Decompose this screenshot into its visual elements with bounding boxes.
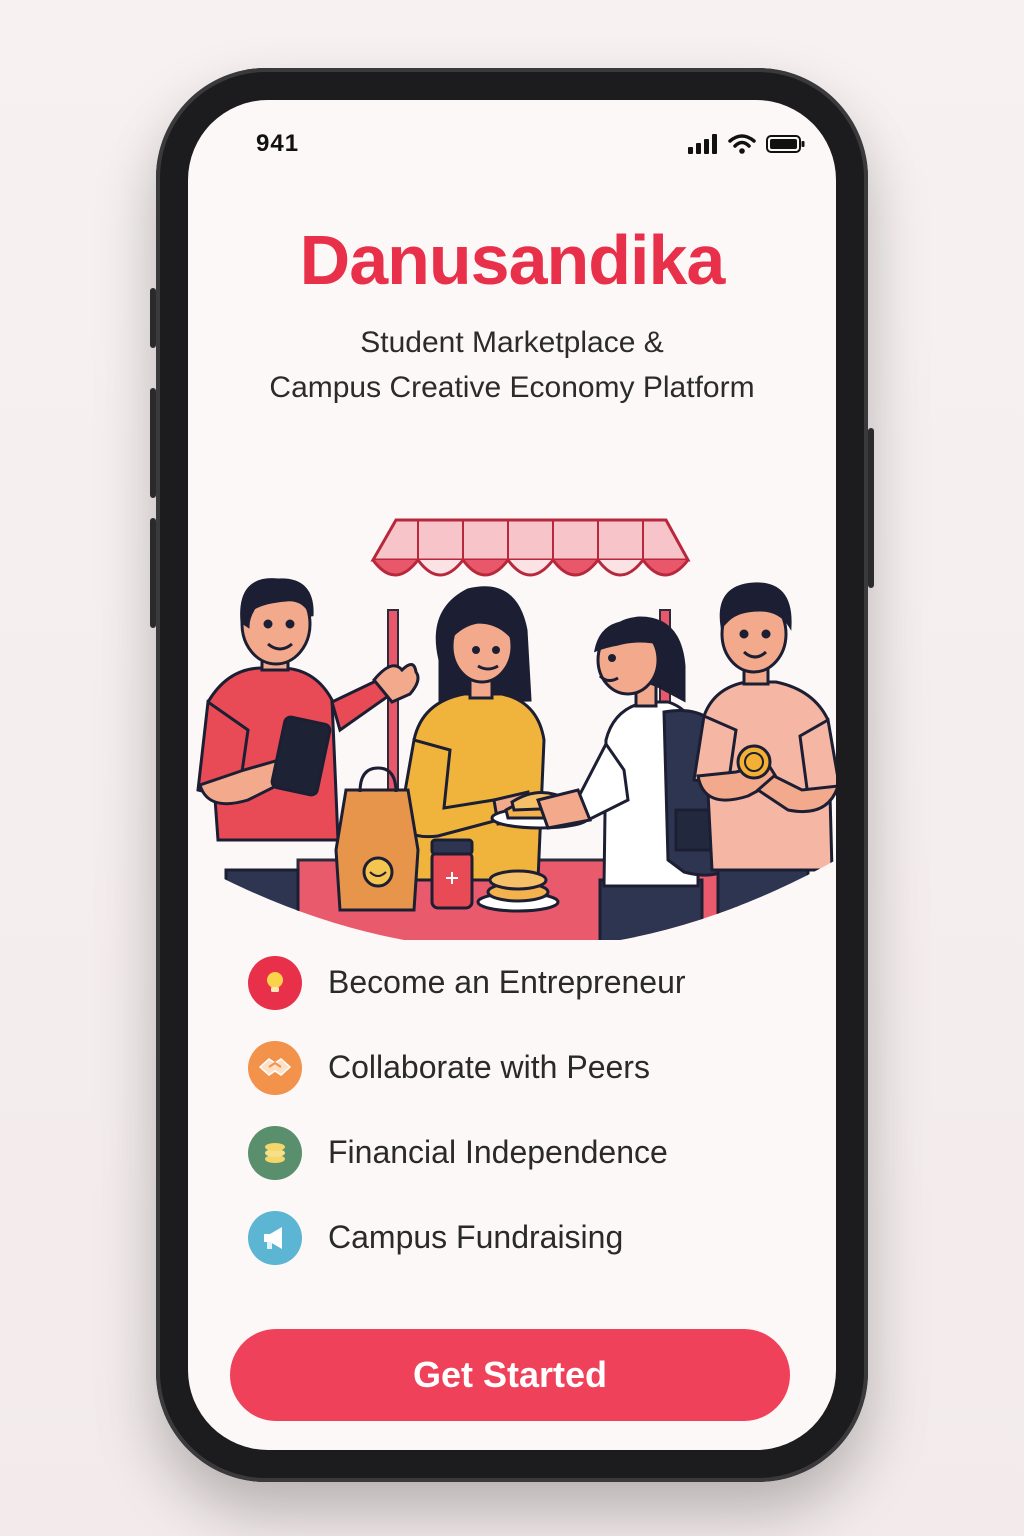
status-bar: 941 <box>188 100 836 190</box>
counter-pancakes <box>476 869 560 913</box>
phone-frame: 941 Danusandika Student Marketplace & Ca… <box>150 68 874 1482</box>
screen: 941 Danusandika Student Marketplace & Ca… <box>188 100 836 1450</box>
wifi-icon <box>728 134 756 154</box>
coins-icon <box>248 1125 302 1180</box>
megaphone-icon <box>248 1210 302 1265</box>
feature-label: Financial Independence <box>328 1134 668 1170</box>
handshake-icon <box>248 1040 302 1095</box>
subtitle-line-2: Campus Creative Economy Platform <box>269 371 755 404</box>
volume-down-button <box>150 518 156 628</box>
person-seller <box>398 586 546 882</box>
app-subtitle: Student Marketplace & Campus Creative Ec… <box>188 320 836 410</box>
get-started-button[interactable]: Get Started <box>230 1329 790 1421</box>
signal-icon <box>688 134 717 154</box>
feature-fundraising: Campus Fundraising <box>248 1195 788 1280</box>
feature-financial: Financial Independence <box>248 1110 788 1195</box>
volume-up-button <box>150 388 156 498</box>
status-icons <box>688 134 806 154</box>
lightbulb-icon <box>248 955 302 1010</box>
mute-switch <box>150 288 156 348</box>
power-button <box>868 428 874 588</box>
feature-label: Campus Fundraising <box>328 1219 624 1255</box>
feature-label: Collaborate with Peers <box>328 1049 650 1085</box>
status-time: 941 <box>256 130 300 157</box>
hero-illustration <box>188 518 836 940</box>
feature-entrepreneur: Become an Entrepreneur <box>248 940 788 1025</box>
jar <box>430 838 474 910</box>
app-title: Danusandika <box>299 221 726 299</box>
feature-list: Become an Entrepreneur Collaborate with … <box>248 940 788 1280</box>
battery-icon <box>766 135 805 153</box>
subtitle-line-1: Student Marketplace & <box>360 326 664 359</box>
paper-bag <box>334 766 420 912</box>
feature-collaborate: Collaborate with Peers <box>248 1025 788 1110</box>
feature-label: Become an Entrepreneur <box>328 964 686 1000</box>
